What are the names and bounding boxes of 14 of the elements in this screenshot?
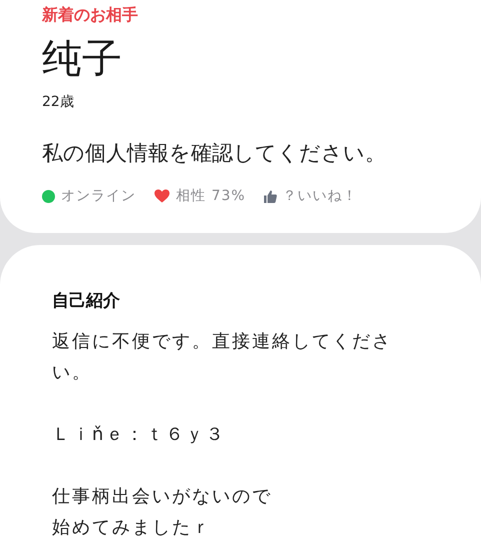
thumbs-up-icon	[264, 190, 277, 202]
stat-text: 相性 73%	[176, 187, 246, 205]
heart-icon	[154, 189, 170, 203]
intro-text: 返信に不便です。直接連絡してください。	[52, 330, 393, 385]
stat-text: ？いいね！	[282, 187, 358, 205]
profile-age: 22歳	[42, 93, 75, 111]
intro-text: 始めてみましたｒ	[52, 516, 213, 540]
profile-name: 纯子	[42, 37, 123, 81]
profile-message: 私の個人情報を確認してください。	[42, 140, 387, 167]
new-match-label: 新着のお相手	[42, 5, 139, 26]
intro-text: 仕事柄出会いがないので	[52, 485, 273, 509]
section-heading: 自己紹介	[52, 290, 121, 312]
stat-text: オンライン	[61, 187, 136, 205]
intro-text: Ｌｉňｅ：ｔ６ｙ３	[52, 423, 226, 447]
